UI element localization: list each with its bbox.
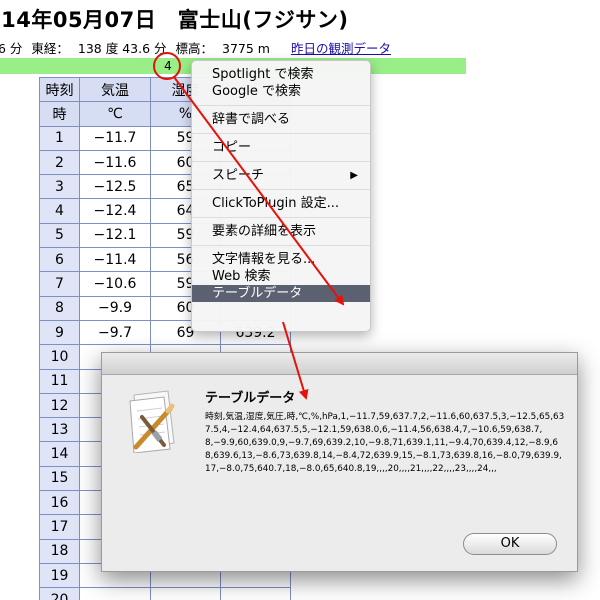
chevron-right-icon: ▶ — [350, 170, 358, 181]
table-cell: 16 — [39, 490, 80, 516]
latitude-minutes: .6 分 — [0, 41, 23, 56]
table-cell: 9 — [39, 319, 80, 346]
longitude-label: 東経： — [31, 41, 69, 56]
table-cell: −12.1 — [79, 222, 151, 249]
table-cell: 20 — [39, 587, 80, 600]
altitude-value: 3775 m — [222, 41, 270, 56]
table-cell: 15 — [39, 465, 80, 492]
table-cell: 時刻 — [39, 76, 80, 103]
dialog-title: テーブルデータ — [205, 391, 296, 406]
menu-separator — [192, 161, 370, 162]
menu-separator — [192, 189, 370, 190]
table-cell: −12.4 — [79, 198, 151, 224]
table-cell: 14 — [39, 441, 80, 467]
table-row: 20 — [39, 587, 291, 600]
table-cell: 19 — [39, 562, 80, 589]
script-editor-icon — [129, 390, 175, 453]
table-cell: 8 — [39, 295, 80, 321]
menu-item-clicktoplugin-settings[interactable]: ClickToPlugin 設定... — [192, 195, 370, 212]
table-cell: −9.9 — [79, 295, 151, 321]
table-cell: −9.7 — [79, 319, 151, 346]
menu-item-spotlight-search[interactable]: Spotlight で検索 — [192, 66, 370, 83]
table-cell: 13 — [39, 417, 80, 443]
table-cell: 10 — [39, 344, 80, 370]
menu-item-google-search[interactable]: Google で検索 — [192, 83, 370, 100]
table-data-dialog: テーブルデータ 時刻,気温,湿度,気圧,時,℃,%,hPa,1,−11.7,59… — [101, 352, 578, 572]
table-cell: 時 — [39, 101, 80, 127]
table-cell: −12.5 — [79, 174, 151, 200]
day-number[interactable]: 4 — [160, 58, 176, 74]
menu-item-speech[interactable]: スピーチ ▶ — [192, 167, 370, 184]
table-cell: 2 — [39, 149, 80, 176]
menu-separator — [192, 217, 370, 218]
table-cell: 17 — [39, 514, 80, 540]
menu-separator — [192, 245, 370, 246]
table-cell: −11.7 — [79, 125, 151, 151]
menu-separator — [192, 105, 370, 106]
table-cell: 7 — [39, 271, 80, 297]
menu-item-web-search[interactable]: Web 検索 — [192, 268, 370, 285]
table-cell: −11.4 — [79, 247, 151, 273]
menu-item-copy[interactable]: コピー — [192, 139, 370, 156]
altitude-label: 標高： — [175, 41, 214, 56]
menu-item-inspect-element[interactable]: 要素の詳細を表示 — [192, 223, 370, 240]
table-cell: 4 — [39, 198, 80, 224]
menu-item-character-info[interactable]: 文字情報を見る... — [192, 251, 370, 268]
table-cell — [79, 587, 151, 600]
yesterday-data-link[interactable]: 昨日の観測データ — [291, 41, 391, 56]
table-cell: ℃ — [79, 101, 151, 127]
longitude-value: 138 度 43.6 分 — [77, 41, 167, 56]
table-cell — [220, 587, 291, 600]
table-cell: 18 — [39, 538, 80, 564]
table-cell: −10.6 — [79, 271, 151, 297]
page-title: 014年05月07日 富士山(フジサン) — [0, 8, 349, 32]
table-cell: 6 — [39, 247, 80, 273]
table-cell: 5 — [39, 222, 80, 249]
ok-button[interactable]: OK — [463, 533, 557, 555]
menu-item-table-data[interactable]: テーブルデータ — [192, 285, 370, 302]
menu-separator — [192, 133, 370, 134]
table-cell: 12 — [39, 392, 80, 419]
table-cell: 11 — [39, 368, 80, 394]
table-cell: 1 — [39, 125, 80, 151]
dialog-titlebar[interactable] — [102, 353, 577, 375]
station-info: .6 分 東経： 138 度 43.6 分 標高： 3775 m 昨日の観測デー… — [0, 38, 396, 57]
table-cell — [150, 587, 221, 600]
table-cell: −11.6 — [79, 149, 151, 176]
dialog-message: 時刻,気温,湿度,気圧,時,℃,%,hPa,1,−11.7,59,637.7,2… — [205, 412, 565, 474]
table-cell: 3 — [39, 174, 80, 200]
menu-item-dictionary[interactable]: 辞書で調べる — [192, 111, 370, 128]
table-cell: 気温 — [79, 76, 151, 103]
context-menu: Spotlight で検索 Google で検索 辞書で調べる コピー スピーチ… — [191, 60, 371, 332]
